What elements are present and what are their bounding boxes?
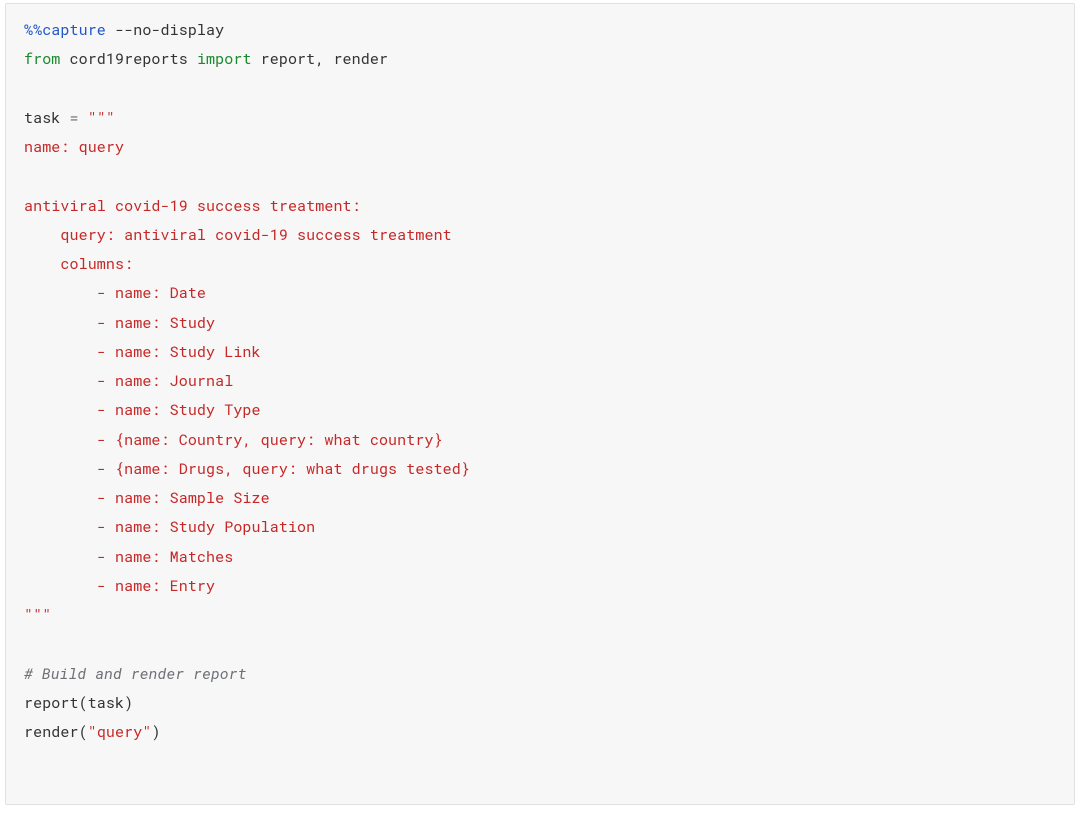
module-name: cord19reports xyxy=(60,49,197,69)
string-open: """ xyxy=(88,108,115,128)
op-eq: = xyxy=(70,108,88,128)
keyword-import: import xyxy=(197,49,252,69)
code-block[interactable]: %%capture --no-display from cord19report… xyxy=(6,4,1074,759)
yaml-string-body: name: query antiviral covid-19 success t… xyxy=(24,137,470,596)
paren-open: ( xyxy=(79,722,88,742)
magic-args: --no-display xyxy=(106,20,224,40)
comment-line: # Build and render report xyxy=(24,664,247,684)
report-args: (task) xyxy=(79,693,134,713)
paren-close: ) xyxy=(151,722,160,742)
jupyter-magic: %%capture xyxy=(24,20,106,40)
fn-render: render xyxy=(24,722,79,742)
var-task: task xyxy=(24,108,70,128)
import-names: report, render xyxy=(252,49,389,69)
code-cell: %%capture --no-display from cord19report… xyxy=(5,3,1075,805)
render-arg: "query" xyxy=(88,722,152,742)
keyword-from: from xyxy=(24,49,60,69)
fn-report: report xyxy=(24,693,79,713)
string-close: """ xyxy=(24,605,51,625)
